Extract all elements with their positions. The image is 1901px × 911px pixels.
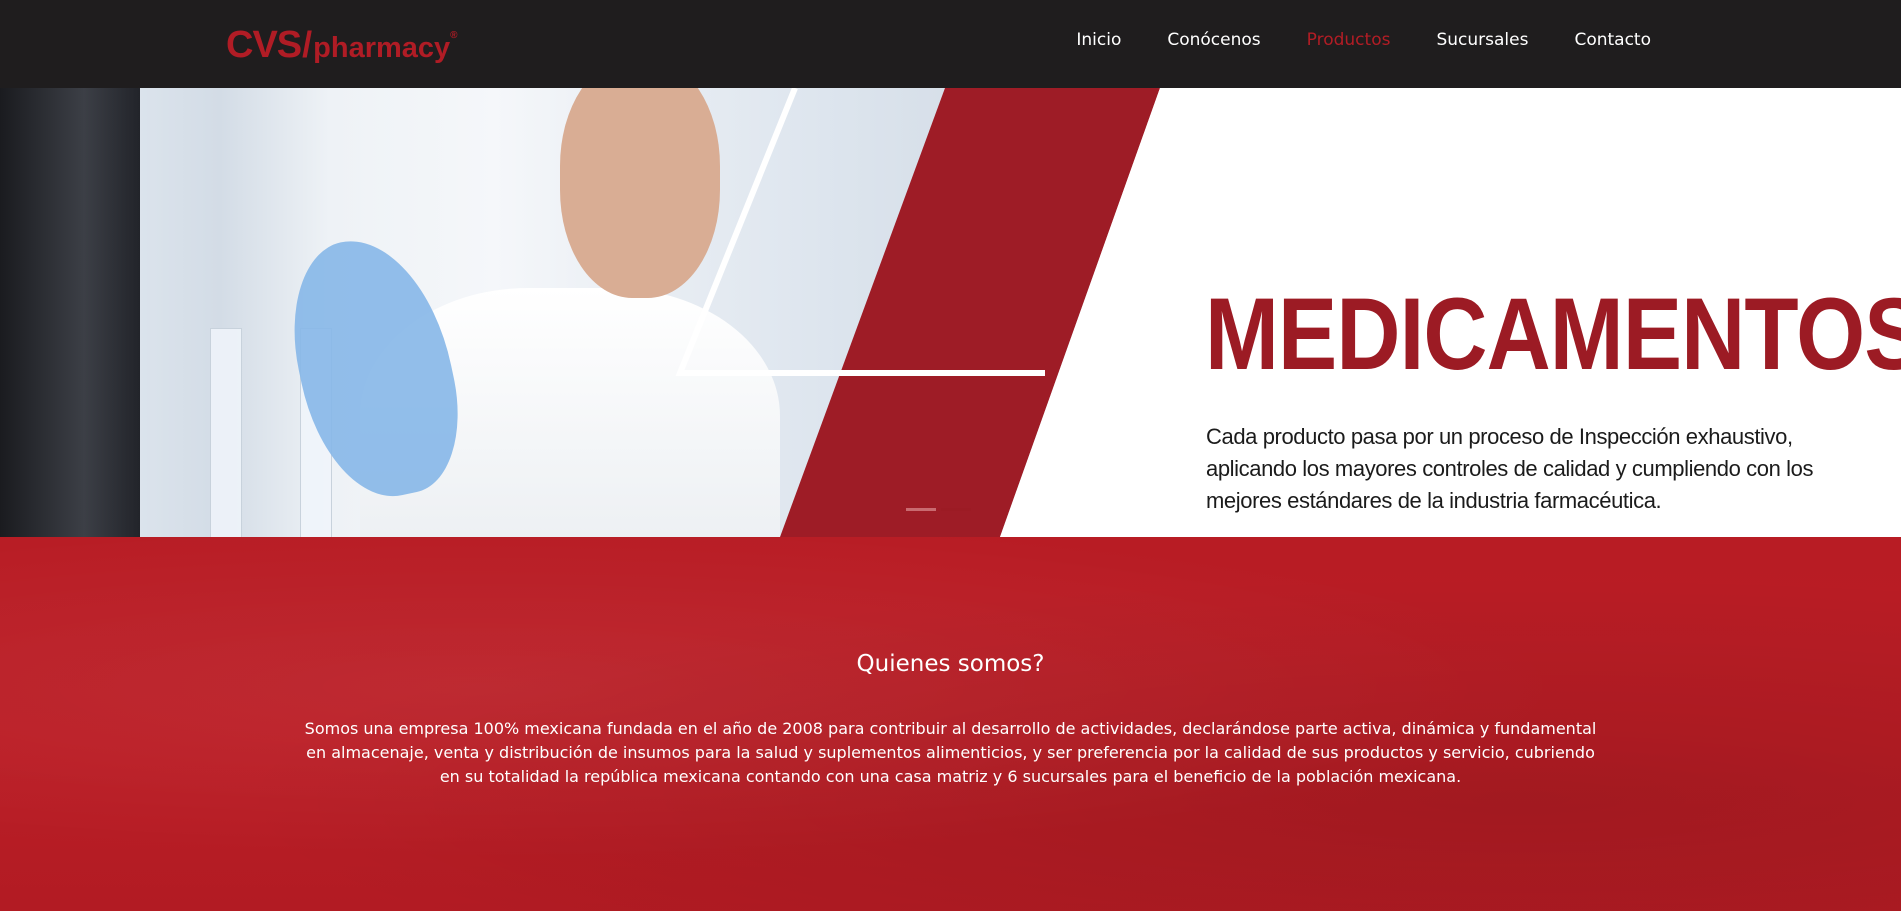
nav-link-sucursales[interactable]: Sucursales xyxy=(1436,30,1528,50)
hero-headline: MEDICAMENTOS xyxy=(1205,277,1901,391)
logo-slash: / xyxy=(302,24,313,65)
about-title: Quienes somos? xyxy=(856,651,1045,677)
site-header: CVS / pharmacy ® Inicio Conócenos Produc… xyxy=(0,0,1901,88)
nav-link-productos[interactable]: Productos xyxy=(1307,30,1391,50)
main-nav: Inicio Conócenos Productos Sucursales Co… xyxy=(1076,30,1651,50)
about-description: Somos una empresa 100% mexicana fundada … xyxy=(304,719,1597,786)
nav-link-inicio[interactable]: Inicio xyxy=(1076,30,1121,50)
about-section: Quienes somos? Somos una empresa 100% me… xyxy=(0,537,1901,911)
logo-registered-mark: ® xyxy=(450,30,458,41)
cvs-pharmacy-logo[interactable]: CVS / pharmacy ® xyxy=(226,24,458,66)
hero-slider: MEDICAMENTOS Cada producto pasa por un p… xyxy=(0,88,1901,537)
nav-link-contacto[interactable]: Contacto xyxy=(1574,30,1651,50)
slider-dot-2[interactable] xyxy=(941,508,971,511)
logo-subtitle: pharmacy xyxy=(313,32,451,64)
slider-dot-1[interactable] xyxy=(906,508,936,511)
hero-description: Cada producto pasa por un proceso de Ins… xyxy=(1206,424,1814,513)
nav-link-conocenos[interactable]: Conócenos xyxy=(1167,30,1260,50)
logo-brand: CVS xyxy=(226,24,302,66)
slider-indicators xyxy=(906,508,971,511)
